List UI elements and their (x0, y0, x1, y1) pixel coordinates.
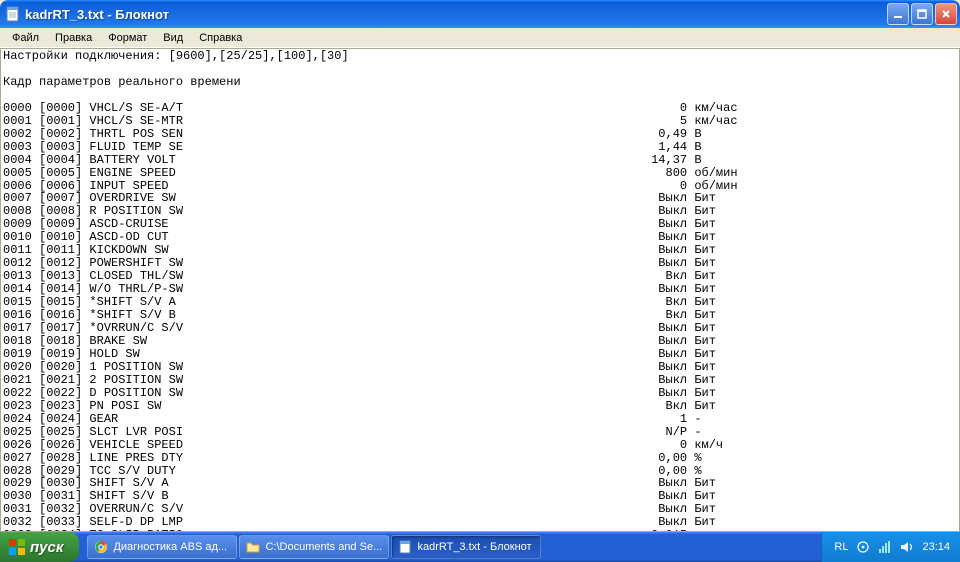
titlebar: kadrRT_3.txt - Блокнот (0, 0, 960, 28)
chrome-icon (94, 540, 108, 554)
language-indicator[interactable]: RL (834, 541, 848, 553)
text-area[interactable]: Настройки подключения: [9600],[25/25],[1… (0, 48, 960, 532)
taskbar-item-label: C:\Documents and Se... (265, 541, 382, 553)
windows-logo-icon (8, 538, 26, 556)
taskbar: пуск Диагностика ABS ад... C:\Documents a… (0, 532, 960, 562)
system-tray: RL 23:14 (821, 532, 960, 562)
volume-icon[interactable] (900, 540, 914, 554)
task-items: Диагностика ABS ад... C:\Documents and Se… (87, 535, 821, 559)
taskbar-item[interactable]: kadrRT_3.txt - Блокнот (391, 535, 541, 559)
window-controls (887, 3, 957, 25)
window-title: kadrRT_3.txt - Блокнот (25, 7, 887, 22)
taskbar-item[interactable]: Диагностика ABS ад... (87, 535, 237, 559)
menu-view[interactable]: Вид (155, 30, 191, 46)
folder-icon (246, 540, 260, 554)
start-label: пуск (30, 539, 63, 556)
menu-file[interactable]: Файл (4, 30, 47, 46)
close-button[interactable] (935, 3, 957, 25)
menu-edit[interactable]: Правка (47, 30, 100, 46)
notepad-icon (398, 540, 412, 554)
taskbar-item-label: kadrRT_3.txt - Блокнот (417, 541, 531, 553)
taskbar-item[interactable]: C:\Documents and Se... (239, 535, 389, 559)
signal-icon[interactable] (878, 540, 892, 554)
notepad-icon (5, 6, 21, 22)
maximize-button[interactable] (911, 3, 933, 25)
start-button[interactable]: пуск (0, 532, 79, 562)
menubar: Файл Правка Формат Вид Справка (0, 28, 960, 48)
clock[interactable]: 23:14 (922, 541, 950, 553)
taskbar-item-label: Диагностика ABS ад... (113, 541, 227, 553)
menu-help[interactable]: Справка (191, 30, 250, 46)
minimize-button[interactable] (887, 3, 909, 25)
menu-format[interactable]: Формат (100, 30, 155, 46)
network-icon[interactable] (856, 540, 870, 554)
